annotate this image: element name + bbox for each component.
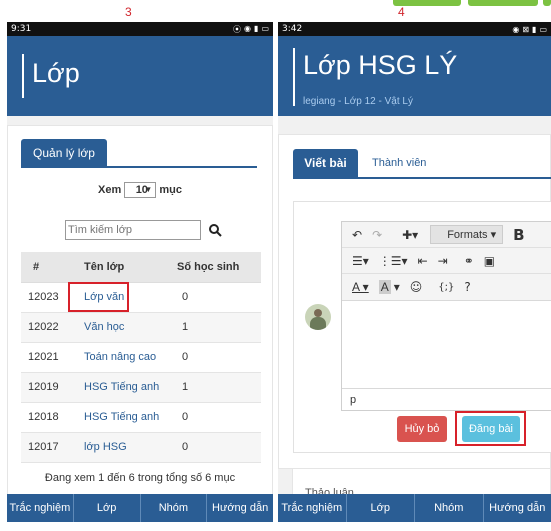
top-green-button[interactable] (543, 0, 551, 6)
tab-write-post[interactable]: Viết bài (293, 149, 358, 177)
class-link[interactable]: HSG Tiếng anh (79, 402, 172, 433)
step-number-4: 4 (398, 5, 405, 19)
status-time: 3:42 (282, 24, 303, 34)
page-header: Lớp (7, 36, 273, 116)
redo-icon[interactable]: ↷ (372, 228, 382, 242)
highlight-box (455, 411, 526, 446)
right-phone-screen: 3:42 ◉ ⊠ ▮ ▭ Lớp HSG LÝ legiang - Lớp 12 - … (278, 22, 551, 522)
col-header-id: # (21, 252, 79, 283)
class-management-card: Quản lý lớp Xem 10▼ mục # Tên lớp Số học… (7, 125, 273, 495)
editor-status-path: p (342, 388, 551, 410)
text-color-icon[interactable]: A ▾ (352, 280, 369, 294)
top-green-button[interactable] (468, 0, 538, 6)
cancel-button[interactable]: Hủy bỏ (397, 416, 447, 442)
table-row: 12019 HSG Tiếng anh 1 (21, 372, 261, 403)
insert-icon[interactable]: ✚▾ (402, 228, 418, 242)
bottom-nav: Trắc nghiệm Lớp Nhóm Hướng dẫn (278, 494, 551, 522)
class-link[interactable]: lớp HSG (79, 432, 172, 463)
class-link[interactable]: HSG Tiếng anh (79, 372, 172, 403)
image-icon[interactable]: ▣ (484, 254, 495, 268)
left-phone-screen: 9:31 ⦿◉▮▭ Lớp Quản lý lớp Xem 10▼ mục # … (7, 22, 273, 522)
col-header-students: Số học sinh (172, 252, 261, 283)
nav-class[interactable]: Lớp (74, 494, 141, 522)
show-label: Xem (98, 183, 122, 196)
search-icon[interactable] (209, 224, 222, 237)
emoticon-icon[interactable]: ☺ (410, 280, 423, 294)
table-row: 12021 Toán nâng cao 0 (21, 342, 261, 373)
col-header-name: Tên lớp (79, 252, 172, 283)
page-length-select[interactable]: 10 ▼ (124, 182, 157, 198)
status-icons: ◉ ⊠ ▮ ▭ (512, 24, 547, 34)
search-input[interactable] (65, 220, 201, 240)
nav-group[interactable]: Nhóm (141, 494, 208, 522)
undo-icon[interactable]: ↶ (352, 228, 362, 242)
nav-guide[interactable]: Hướng dẫn (207, 494, 273, 522)
bullet-list-icon[interactable]: ☰▾ (352, 254, 369, 268)
nav-quiz[interactable]: Trắc nghiệm (7, 494, 74, 522)
page-subtitle: legiang - Lớp 12 - Vật Lý (303, 96, 413, 107)
class-link[interactable]: Văn học (79, 312, 172, 343)
class-table: # Tên lớp Số học sinh 12023 Lớp văn 0 1202… (21, 252, 261, 463)
avatar (305, 304, 331, 330)
table-row: 12018 HSG Tiếng anh 0 (21, 402, 261, 433)
show-unit-label: mục (159, 183, 182, 196)
table-row: 12017 lớp HSG 0 (21, 432, 261, 463)
page-header: Lớp HSG LÝ legiang - Lớp 12 - Vật Lý (278, 36, 551, 116)
help-icon[interactable]: ? (464, 280, 470, 294)
top-green-button[interactable] (393, 0, 461, 6)
nav-class[interactable]: Lớp (347, 494, 415, 522)
bold-icon[interactable]: B (513, 226, 524, 244)
nav-group[interactable]: Nhóm (415, 494, 484, 522)
link-icon[interactable]: ⚭ (464, 254, 474, 268)
formats-dropdown[interactable]: Formats ▾ (430, 225, 504, 244)
page-title: Lớp (32, 58, 80, 88)
outdent-icon[interactable]: ⇤ (418, 254, 428, 268)
page-length-control: Xem 10 ▼ mục (8, 182, 272, 198)
tab-class-management[interactable]: Quản lý lớp (21, 139, 107, 167)
step-number-3: 3 (125, 5, 132, 19)
class-link[interactable]: Toán nâng cao (79, 342, 172, 373)
status-bar: 3:42 ◉ ⊠ ▮ ▭ (278, 22, 551, 36)
page-title: Lớp HSG LÝ (303, 50, 458, 80)
nav-quiz[interactable]: Trắc nghiệm (278, 494, 347, 522)
background-color-icon[interactable]: A (378, 280, 391, 294)
rich-text-editor[interactable]: ↶ ↷ ✚▾ Formats ▾ B ☰▾ ⋮☰▾ ⇤ ⇥ ⚭ ▣ A ▾ A … (341, 221, 551, 411)
editor-toolbar: ↶ ↷ ✚▾ Formats ▾ B ☰▾ ⋮☰▾ ⇤ ⇥ ⚭ ▣ A ▾ A … (342, 222, 551, 301)
code-sample-icon[interactable]: {;} (438, 282, 454, 293)
status-time: 9:31 (11, 24, 32, 34)
table-row: 12022 Văn học 1 (21, 312, 261, 343)
status-bar: 9:31 ⦿ ◉ ▮ ▭ (7, 22, 273, 36)
indent-icon[interactable]: ⇥ (438, 254, 448, 268)
status-icons: ⦿ ◉ ▮ ▭ (233, 23, 269, 34)
table-info: Đang xem 1 đến 6 trong tổng số 6 mục (44, 472, 236, 484)
tab-members[interactable]: Thành viên (372, 149, 426, 177)
table-row: 12023 Lớp văn 0 (21, 282, 261, 313)
highlight-box (68, 282, 129, 312)
numbered-list-icon[interactable]: ⋮☰▾ (379, 254, 408, 268)
bottom-nav: Trắc nghiệm Lớp Nhóm Hướng dẫn (7, 494, 273, 522)
nav-guide[interactable]: Hướng dẫn (484, 494, 551, 522)
